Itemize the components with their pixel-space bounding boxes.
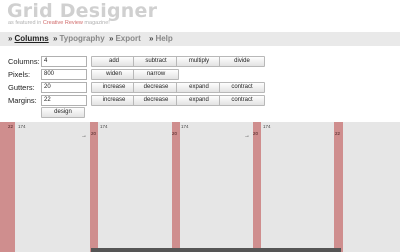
nav-item-label: Columns: [14, 34, 49, 43]
header: Grid Designer as featured in Creative Re…: [0, 0, 400, 30]
divide-columns-button[interactable]: divide: [219, 56, 265, 67]
right-margin-label: 22: [335, 131, 341, 136]
margins-contract-button[interactable]: contract: [219, 95, 265, 106]
columns-row: Columns: add subtract multiply divide: [0, 56, 400, 68]
app-subtitle: as featured in Creative Review magazine!: [8, 20, 110, 27]
nav-arrow-icon: »: [53, 34, 58, 43]
pixels-row: Pixels: widen narrow: [0, 69, 400, 81]
nav-item-label: Typography: [59, 34, 105, 43]
nav-item-export[interactable]: » Export: [109, 34, 141, 44]
column-1-width-label: 174: [18, 124, 26, 129]
nav-arrow-icon: »: [149, 34, 154, 43]
gutters-contract-button[interactable]: contract: [219, 82, 265, 93]
subtract-column-button[interactable]: subtract: [133, 56, 179, 67]
gutter-3-label: 20: [253, 131, 259, 136]
margins-input[interactable]: [41, 95, 87, 106]
subtitle-brand-link[interactable]: Creative Review: [43, 20, 83, 26]
left-margin: [0, 122, 15, 252]
nav-arrow-icon: »: [8, 34, 13, 43]
column-4-width-label: 174: [263, 124, 271, 129]
app-title: Grid Designer: [7, 0, 158, 22]
nav-item-label: Help: [155, 34, 173, 43]
margins-row: Margins: increase decrease expand contra…: [0, 95, 400, 107]
margins-decrease-button[interactable]: decrease: [133, 95, 179, 106]
subtitle-prefix: as featured in: [8, 20, 43, 26]
gutter-2-label: 20: [172, 131, 178, 136]
margins-increase-button[interactable]: increase: [91, 95, 137, 106]
columns-input[interactable]: [41, 56, 87, 67]
gutters-input[interactable]: [41, 82, 87, 93]
grid-canvas: 22 174 → 20 174 20 174 → 20 174 22: [0, 122, 400, 252]
design-row: design: [0, 107, 400, 119]
nav-arrow-icon: »: [109, 34, 114, 43]
nav-item-typography[interactable]: » Typography: [53, 34, 105, 44]
pixels-input[interactable]: [41, 69, 87, 80]
nav-item-label: Export: [115, 34, 141, 43]
gutter-1: [90, 122, 98, 252]
gutter-1-label: 20: [91, 131, 97, 136]
gutters-label: Gutters:: [8, 83, 35, 92]
gutters-expand-button[interactable]: expand: [176, 82, 222, 93]
margins-expand-button[interactable]: expand: [176, 95, 222, 106]
column-2-width-label: 174: [100, 124, 108, 129]
gutter-2: [172, 122, 180, 252]
widen-button[interactable]: widen: [91, 69, 137, 80]
main-nav: » Columns » Typography » Export » Help: [0, 32, 400, 46]
left-margin-label: 22: [8, 124, 14, 129]
nav-item-help[interactable]: » Help: [149, 34, 173, 44]
columns-label: Columns:: [8, 57, 40, 66]
arrow-right-icon: →: [244, 133, 250, 139]
gutters-decrease-button[interactable]: decrease: [133, 82, 179, 93]
column-3-width-label: 174: [181, 124, 189, 129]
add-column-button[interactable]: add: [91, 56, 137, 67]
bottom-bar: [91, 248, 341, 252]
multiply-columns-button[interactable]: multiply: [176, 56, 222, 67]
design-button[interactable]: design: [41, 107, 85, 118]
right-margin: [334, 122, 343, 252]
gutters-increase-button[interactable]: increase: [91, 82, 137, 93]
subtitle-suffix: magazine!: [82, 20, 110, 26]
gutter-3: [253, 122, 261, 252]
margins-label: Margins:: [8, 96, 37, 105]
nav-item-columns[interactable]: » Columns: [8, 34, 49, 44]
gutters-row: Gutters: increase decrease expand contra…: [0, 82, 400, 94]
narrow-button[interactable]: narrow: [133, 69, 179, 80]
pixels-label: Pixels:: [8, 70, 31, 79]
arrow-right-icon: →: [81, 133, 87, 139]
